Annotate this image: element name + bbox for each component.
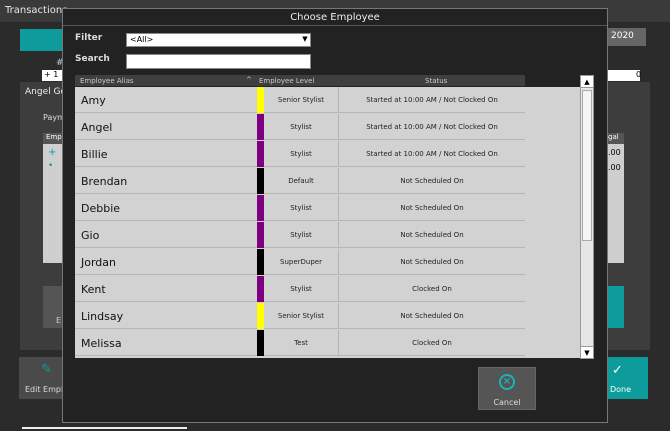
employee-alias: Melissa (81, 337, 122, 350)
level-color-swatch (257, 276, 264, 302)
employee-alias: Gio (81, 229, 100, 242)
plus-icon[interactable]: + (48, 147, 56, 158)
filter-value: <All> (130, 35, 154, 44)
employee-row[interactable]: Brendan Default Not Scheduled On (75, 168, 525, 194)
bg-table-header: # (56, 58, 64, 68)
employee-status: Not Scheduled On (338, 222, 525, 248)
filter-select[interactable]: <All> ▼ (126, 33, 311, 47)
edit-employee-button[interactable]: ✎ Edit Employ (19, 357, 73, 399)
level-color-swatch (257, 249, 264, 275)
done-button[interactable]: ✓ Done (608, 357, 648, 399)
employee-status: Started at 10:00 AM / Not Clocked On (338, 87, 525, 113)
employee-level: Default (288, 177, 314, 185)
employee-alias: Lindsay (81, 310, 124, 323)
bg-grid-value: .00 (608, 163, 621, 172)
employee-status: Not Scheduled On (338, 249, 525, 275)
bg-button-left[interactable]: E (43, 286, 64, 328)
bg-table-row-right[interactable]: 0 (608, 70, 641, 81)
employee-row[interactable]: Debbie Stylist Not Scheduled On (75, 195, 525, 221)
employee-level: SuperDuper (280, 258, 322, 266)
bg-grid-right: .00 .00 (608, 133, 624, 263)
employee-status: Not Scheduled On (338, 195, 525, 221)
column-header-level[interactable]: Employee Level (259, 77, 314, 85)
app-title: Transactions (5, 5, 68, 16)
employee-level: Stylist (290, 231, 312, 239)
employee-level: Stylist (290, 150, 312, 158)
employee-status: Not Scheduled On (338, 168, 525, 194)
employee-row[interactable]: Gio Stylist Not Scheduled On (75, 222, 525, 248)
employee-alias: Kent (81, 283, 106, 296)
employee-alias: Brendan (81, 175, 128, 188)
employee-status: Started at 10:00 AM / Not Clocked On (338, 114, 525, 140)
employee-status: Started at 10:00 AM / Not Clocked On (338, 141, 525, 167)
bg-grid-header-right: gal (608, 133, 624, 144)
dialog-title: Choose Employee (63, 9, 607, 26)
employee-level: Senior Stylist (277, 96, 325, 104)
cancel-button[interactable]: × Cancel (478, 367, 536, 410)
bg-bottom-line (22, 427, 187, 429)
column-header-alias[interactable]: Employee Alias (80, 77, 134, 85)
chevron-down-icon[interactable]: ▼ (301, 35, 309, 45)
column-header-status[interactable]: Status (425, 77, 447, 85)
pencil-icon: ✎ (41, 362, 52, 377)
bg-grid-value: .00 (608, 148, 621, 157)
employee-status: Not Scheduled On (338, 303, 525, 329)
employee-row[interactable]: Jordan SuperDuper Not Scheduled On (75, 249, 525, 275)
cancel-circle-icon: × (499, 374, 515, 390)
bg-grid-header: Emp (43, 133, 64, 144)
sort-up-icon[interactable]: ^ (246, 76, 252, 84)
filter-label: Filter (75, 33, 103, 43)
employee-level: Stylist (290, 285, 312, 293)
level-color-swatch (257, 195, 264, 221)
employee-level: Senior Stylist (277, 312, 325, 320)
level-color-swatch (257, 222, 264, 248)
employee-level: Test (294, 339, 308, 347)
level-color-swatch (257, 330, 264, 356)
bg-date-field[interactable]: 2020 (608, 28, 646, 46)
employee-row[interactable]: Angel Stylist Started at 10:00 AM / Not Cl… (75, 114, 525, 140)
employee-alias: Amy (81, 94, 106, 107)
employee-level: Stylist (290, 123, 312, 131)
list-scrollbar[interactable]: ▲ ▼ (580, 75, 594, 359)
level-color-swatch (257, 303, 264, 329)
employee-row[interactable]: Kent Stylist Clocked On (75, 276, 525, 302)
arrow-up-icon[interactable]: ▲ (581, 76, 593, 88)
scroll-thumb[interactable] (582, 90, 592, 241)
choose-employee-dialog: Choose Employee Filter <All> ▼ Search Em… (62, 8, 608, 423)
employee-table-header: Employee Alias ^ Employee Level Status (75, 75, 525, 86)
level-color-swatch (257, 87, 264, 113)
employee-status: Clocked On (338, 276, 525, 302)
employee-list[interactable]: Amy Senior Stylist Started at 10:00 AM / N… (75, 87, 593, 358)
bg-table-row[interactable]: + 1 (42, 70, 64, 81)
dot-icon: • (48, 161, 54, 171)
bg-button-right[interactable] (608, 286, 624, 328)
employee-alias: Debbie (81, 202, 121, 215)
employee-row[interactable]: Lindsay Senior Stylist Not Scheduled On (75, 303, 525, 329)
cancel-label: Cancel (493, 398, 521, 407)
check-icon: ✓ (612, 363, 623, 378)
employee-row[interactable]: Melissa Test Clocked On (75, 330, 525, 356)
done-label: Done (610, 385, 632, 394)
employee-status: Clocked On (338, 330, 525, 356)
employee-level: Stylist (290, 204, 312, 212)
level-color-swatch (257, 141, 264, 167)
employee-row[interactable]: Amy Senior Stylist Started at 10:00 AM / N… (75, 87, 525, 113)
employee-alias: Billie (81, 148, 108, 161)
level-color-swatch (257, 168, 264, 194)
employee-row[interactable]: Billie Stylist Started at 10:00 AM / Not C… (75, 141, 525, 167)
bg-tab-button[interactable] (20, 29, 64, 51)
employee-alias: Angel (81, 121, 113, 134)
level-color-swatch (257, 114, 264, 140)
search-label: Search (75, 54, 110, 64)
arrow-down-icon[interactable]: ▼ (581, 346, 593, 358)
employee-alias: Jordan (81, 256, 116, 269)
search-input[interactable] (126, 54, 311, 69)
